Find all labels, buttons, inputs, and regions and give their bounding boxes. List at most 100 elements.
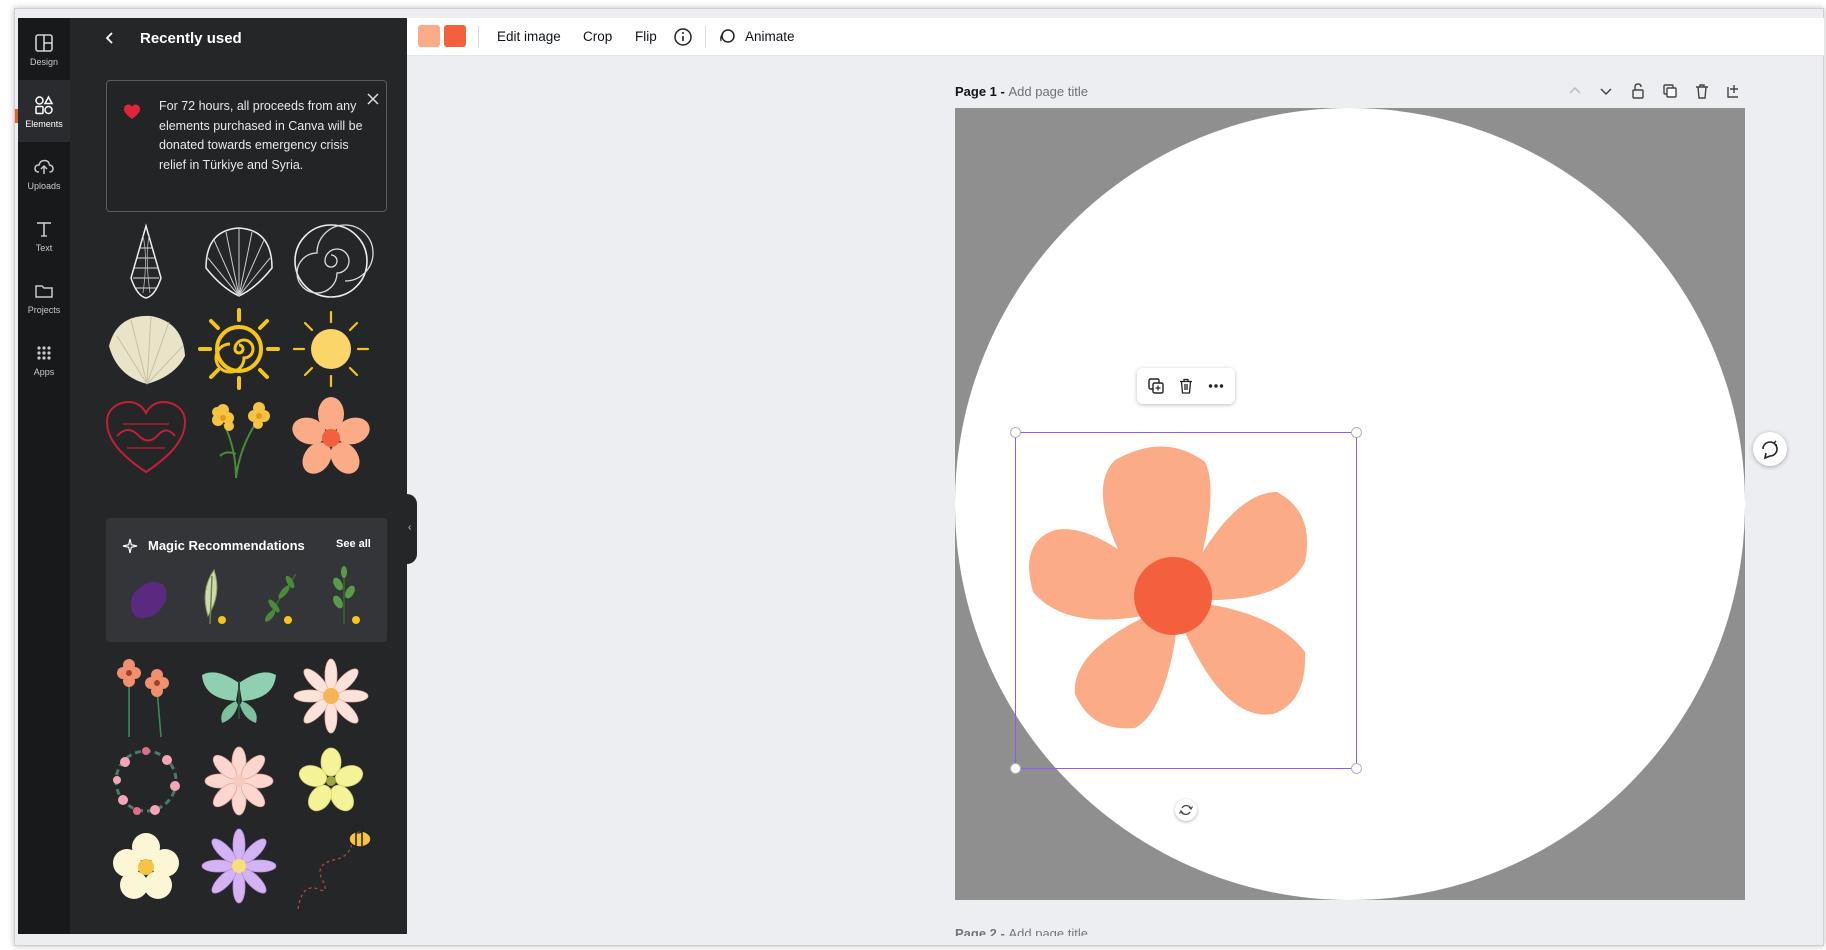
resize-handle-bottom-left[interactable] bbox=[1010, 763, 1021, 774]
resize-handle-top-left[interactable] bbox=[1010, 427, 1021, 438]
pink-flowers-icon bbox=[117, 659, 169, 738]
layout-icon bbox=[35, 33, 53, 52]
yellow-flowers-icon bbox=[212, 402, 270, 479]
toolbar-divider bbox=[705, 26, 706, 48]
recommendation-purple-flower[interactable] bbox=[120, 564, 176, 628]
chevron-left-icon[interactable] bbox=[102, 30, 118, 46]
page-number: Page 1 - bbox=[955, 84, 1009, 99]
flip-button[interactable]: Flip bbox=[635, 29, 657, 44]
element-pink-daisy[interactable] bbox=[196, 738, 282, 824]
purple-blob-icon bbox=[131, 581, 167, 618]
panel-title: Recently used bbox=[140, 30, 242, 47]
sparkle-icon bbox=[122, 538, 138, 554]
scallop-shell-icon bbox=[205, 227, 273, 297]
resize-handle-bottom-right[interactable] bbox=[1351, 763, 1362, 774]
cloud-upload-icon bbox=[34, 159, 54, 174]
heart-icon bbox=[124, 104, 140, 119]
grid-icon bbox=[37, 345, 51, 360]
collapse-panel-handle[interactable]: ‹ bbox=[407, 494, 417, 564]
element-yellow-flowers[interactable] bbox=[196, 394, 282, 480]
info-icon[interactable] bbox=[673, 27, 693, 47]
more-options-icon[interactable] bbox=[1207, 377, 1225, 395]
elements-icon bbox=[35, 94, 54, 114]
panel-header: Recently used bbox=[70, 18, 407, 58]
element-daisy-white[interactable] bbox=[288, 653, 374, 739]
wreath-icon bbox=[113, 747, 180, 815]
rail-label: Design bbox=[29, 56, 58, 67]
cream-flower-icon bbox=[113, 833, 179, 899]
element-scallop-shell[interactable] bbox=[196, 218, 282, 304]
yellow-flower-icon bbox=[298, 747, 364, 812]
rail-item-text[interactable]: Text bbox=[18, 204, 70, 266]
cream-shell-icon bbox=[109, 315, 185, 385]
duplicate-icon[interactable] bbox=[1147, 377, 1165, 395]
element-spiral-sun[interactable] bbox=[196, 306, 282, 392]
page-2-label: Page 2 - Add page title bbox=[955, 926, 1088, 936]
refresh-comment-icon bbox=[1762, 440, 1778, 460]
pink-daisy-icon bbox=[204, 746, 274, 816]
leaf-icon bbox=[204, 568, 226, 625]
rail-item-apps[interactable]: Apps bbox=[18, 328, 70, 390]
element-orange-flower[interactable] bbox=[288, 394, 374, 480]
elements-panel: Recently used For 72 hours, all proceeds… bbox=[70, 18, 407, 934]
rotate-handle[interactable] bbox=[1175, 799, 1197, 821]
element-yellow-flower[interactable] bbox=[288, 738, 374, 824]
butterfly-icon bbox=[202, 672, 276, 723]
rotate-icon bbox=[1178, 804, 1194, 816]
magic-title: Magic Recommendations bbox=[148, 538, 305, 553]
element-butterfly[interactable] bbox=[196, 653, 282, 739]
crop-button[interactable]: Crop bbox=[583, 29, 612, 44]
element-valentine-heart[interactable] bbox=[103, 394, 189, 480]
selection-box bbox=[1015, 432, 1357, 769]
element-cream-shell[interactable] bbox=[103, 306, 189, 392]
edit-image-button[interactable]: Edit image bbox=[497, 29, 561, 44]
see-all-link[interactable]: See all bbox=[336, 538, 371, 550]
color-swatch-center[interactable] bbox=[444, 25, 466, 47]
page-title-input[interactable]: Add page title bbox=[1008, 84, 1088, 99]
element-sun[interactable] bbox=[288, 306, 374, 392]
chevron-down-icon[interactable] bbox=[1597, 82, 1615, 100]
trash-icon[interactable] bbox=[1693, 82, 1711, 100]
bee-icon bbox=[297, 824, 372, 909]
recommendation-green-branch[interactable] bbox=[252, 564, 308, 628]
donation-notice: For 72 hours, all proceeds from any elem… bbox=[106, 80, 387, 212]
element-conch-shell[interactable] bbox=[103, 218, 189, 304]
element-floral-wreath[interactable] bbox=[103, 738, 189, 824]
rail-item-uploads[interactable]: Uploads bbox=[18, 142, 70, 204]
page-refresh-button[interactable] bbox=[1753, 432, 1787, 466]
recommendation-leaf[interactable] bbox=[186, 564, 242, 628]
page-2-title-input[interactable]: Add page title bbox=[1008, 926, 1088, 936]
rail-label: Projects bbox=[27, 304, 61, 315]
animate-button[interactable]: Animate bbox=[745, 29, 795, 44]
daisy-icon bbox=[293, 658, 369, 734]
animate-icon bbox=[720, 29, 735, 43]
rail-item-elements[interactable]: Elements bbox=[18, 80, 70, 142]
color-swatch-petal[interactable] bbox=[418, 25, 440, 47]
element-nautilus-shell[interactable] bbox=[288, 218, 374, 304]
branch-icon bbox=[264, 573, 297, 624]
element-cream-flower[interactable] bbox=[103, 823, 189, 909]
text-icon bbox=[37, 221, 51, 237]
rail-label: Elements bbox=[25, 118, 63, 129]
close-icon[interactable] bbox=[365, 91, 381, 107]
magic-recommendations: Magic Recommendations See all bbox=[106, 518, 387, 642]
valentine-heart-icon bbox=[105, 400, 187, 474]
orange-flower-icon bbox=[292, 397, 370, 474]
chevron-up-icon[interactable] bbox=[1566, 82, 1584, 100]
recommendation-sprig[interactable] bbox=[318, 564, 374, 628]
rail-label: Text bbox=[35, 242, 53, 253]
resize-handle-top-right[interactable] bbox=[1351, 427, 1362, 438]
rail-item-design[interactable]: Design bbox=[18, 18, 70, 80]
lock-icon[interactable] bbox=[1629, 82, 1647, 100]
toolbar-divider bbox=[478, 26, 479, 48]
conch-shell-icon bbox=[130, 223, 162, 299]
delete-icon[interactable] bbox=[1177, 377, 1195, 395]
sprig-icon bbox=[333, 566, 360, 624]
element-bee-trail[interactable] bbox=[288, 823, 374, 909]
duplicate-page-icon[interactable] bbox=[1661, 82, 1679, 100]
rail-item-projects[interactable]: Projects bbox=[18, 266, 70, 328]
element-purple-daisy[interactable] bbox=[196, 823, 282, 909]
element-pink-flowers[interactable] bbox=[103, 653, 189, 739]
left-rail: Design Elements Uploads Text Projects Ap… bbox=[18, 18, 70, 934]
add-page-icon[interactable] bbox=[1725, 82, 1743, 100]
